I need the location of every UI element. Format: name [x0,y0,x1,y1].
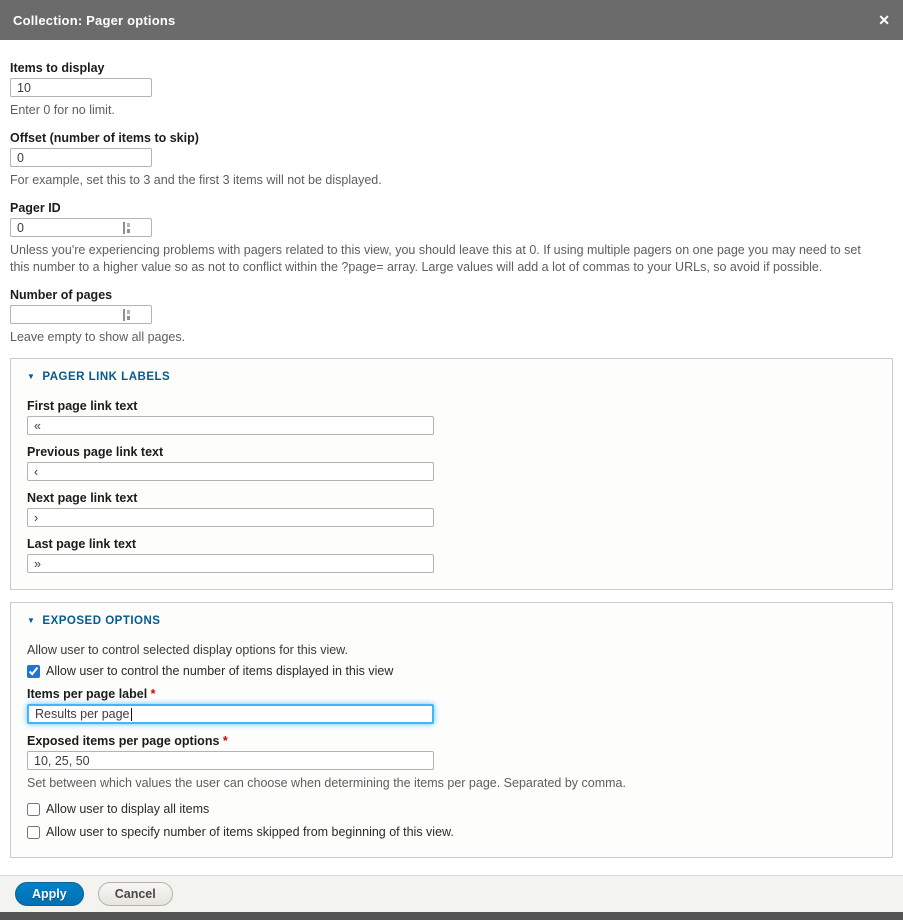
legend-text: PAGER LINK LABELS [42,371,170,383]
dialog-titlebar[interactable]: Collection: Pager options ✕ [0,0,903,40]
label-text: Exposed items per page options [27,734,219,748]
last-page-link-field: Last page link text [27,537,876,573]
number-of-pages-field: Number of pages Leave empty to show all … [10,288,893,346]
pager-id-description: Unless you're experiencing problems with… [10,242,878,276]
pager-link-labels-fieldset: ▼PAGER LINK LABELS First page link text … [10,358,893,590]
previous-page-link-field: Previous page link text [27,445,876,481]
allow-skip-checkbox[interactable] [27,826,40,839]
required-marker: * [223,734,228,748]
last-page-link-input[interactable] [27,554,434,573]
items-per-page-label-field: Items per page label * Results per page [27,687,876,724]
last-page-link-label: Last page link text [27,537,876,551]
dialog-footer: Apply Cancel [0,875,903,912]
items-to-display-label: Items to display [10,61,893,75]
allow-all-checkbox-label[interactable]: Allow user to display all items [46,802,209,816]
pager-link-labels-legend[interactable]: ▼ PAGER LINK LABELS [27,371,876,383]
items-per-page-label-input[interactable]: Results per page [27,704,434,724]
previous-page-link-input[interactable] [27,462,434,481]
dialog-title: Collection: Pager options [13,13,878,28]
page-background-strip [0,912,903,920]
allow-all-checkbox[interactable] [27,803,40,816]
next-page-link-input[interactable] [27,508,434,527]
offset-description: For example, set this to 3 and the first… [10,172,878,189]
exposed-items-per-page-input[interactable] [27,751,434,770]
legend-text: EXPOSED OPTIONS [42,615,160,627]
text-cursor [131,708,132,721]
allow-items-checkbox[interactable] [27,665,40,678]
exposed-options-intro: Allow user to control selected display o… [27,643,876,657]
number-of-pages-description: Leave empty to show all pages. [10,329,878,346]
number-of-pages-label: Number of pages [10,288,893,302]
offset-field: Offset (number of items to skip) For exa… [10,131,893,189]
allow-skip-checkbox-label[interactable]: Allow user to specify number of items sk… [46,825,454,839]
offset-label: Offset (number of items to skip) [10,131,893,145]
offset-input[interactable] [10,148,152,167]
allow-all-checkbox-row: Allow user to display all items [27,802,876,816]
collapse-caret-icon: ▼ [27,372,35,381]
exposed-items-per-page-description: Set between which values the user can ch… [27,775,876,792]
items-to-display-input[interactable] [10,78,152,97]
items-per-page-label: Items per page label * [27,687,876,701]
exposed-options-fieldset: ▼ EXPOSED OPTIONS Allow user to control s… [10,602,893,858]
apply-button[interactable]: Apply [15,882,84,906]
label-text: Items per page label [27,687,147,701]
cancel-button[interactable]: Cancel [98,882,173,906]
exposed-items-per-page-label: Exposed items per page options * [27,734,876,748]
items-per-page-label-value: Results per page [35,707,130,721]
allow-skip-checkbox-row: Allow user to specify number of items sk… [27,825,876,839]
exposed-options-legend[interactable]: ▼ EXPOSED OPTIONS [27,615,876,627]
items-to-display-description: Enter 0 for no limit. [10,102,878,119]
exposed-items-per-page-field: Exposed items per page options * Set bet… [27,734,876,792]
number-of-pages-input[interactable] [10,305,152,324]
dialog-content: Items to display Enter 0 for no limit. O… [0,40,903,920]
pager-id-label: Pager ID [10,201,893,215]
close-icon[interactable]: ✕ [878,13,890,27]
first-page-link-field: First page link text [27,399,876,435]
items-to-display-field: Items to display Enter 0 for no limit. [10,61,893,119]
next-page-link-label: Next page link text [27,491,876,505]
first-page-link-input[interactable] [27,416,434,435]
collapse-caret-icon: ▼ [27,616,35,625]
pager-id-input[interactable] [10,218,152,237]
allow-items-checkbox-label[interactable]: Allow user to control the number of item… [46,664,393,678]
next-page-link-field: Next page link text [27,491,876,527]
required-marker: * [151,687,156,701]
pager-id-field: Pager ID Unless you're experiencing prob… [10,201,893,276]
allow-items-checkbox-row: Allow user to control the number of item… [27,664,876,678]
previous-page-link-label: Previous page link text [27,445,876,459]
first-page-link-label: First page link text [27,399,876,413]
pager-options-dialog: Collection: Pager options ✕ Items to dis… [0,0,903,920]
